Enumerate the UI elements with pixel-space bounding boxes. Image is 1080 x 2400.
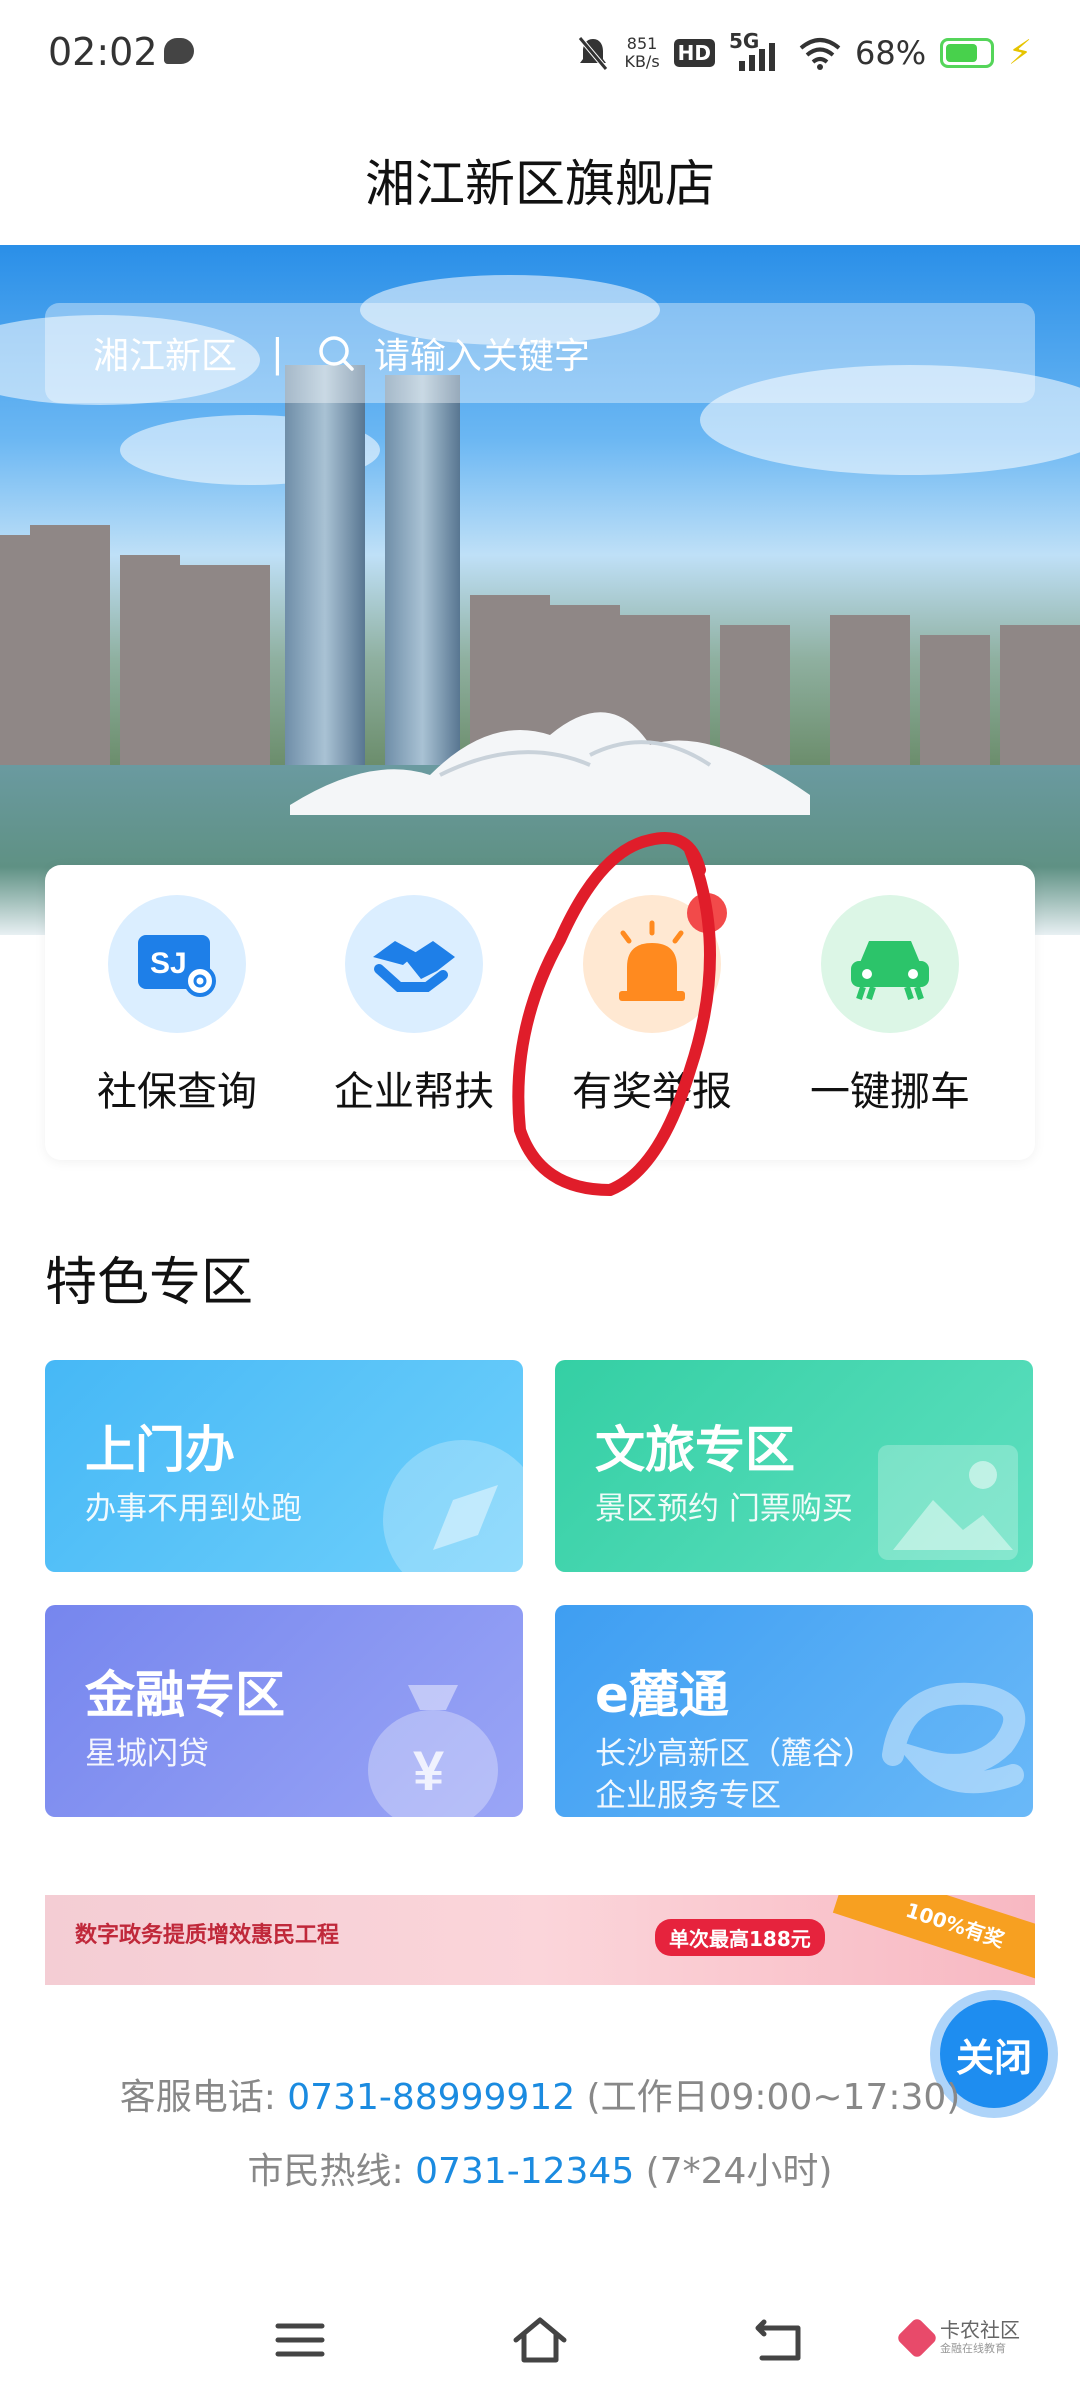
banner-text: 数字政务提质增效惠民工程 xyxy=(75,1923,340,1948)
compass-icon xyxy=(383,1440,523,1572)
hd-badge: HD xyxy=(673,39,715,67)
social-security-card-icon: SJ xyxy=(108,895,246,1033)
card-door-service[interactable]: 上门办 办事不用到处跑 xyxy=(45,1360,523,1572)
home-icon[interactable] xyxy=(510,2310,570,2370)
section-title: 特色专区 xyxy=(45,1253,254,1313)
hotline-link[interactable]: 0731-12345 xyxy=(415,2151,634,2192)
hotline-line: 市民热线: 0731-12345 (7*24小时) xyxy=(247,2151,833,2192)
search-bar[interactable]: 湘江新区 | 请输入关键字 xyxy=(45,303,1035,403)
card-culture-tourism[interactable]: 文旅专区 景区预约 门票购买 xyxy=(555,1360,1033,1572)
svg-text:¥: ¥ xyxy=(413,1739,444,1802)
status-bar: 02:02 851 KB/s HD 5G 68% ⚡ xyxy=(0,0,1080,110)
quick-action-enterprise-support[interactable]: 企业帮扶 xyxy=(309,895,519,1117)
card-title: e麓通 xyxy=(595,1666,729,1724)
card-finance[interactable]: 金融专区 星城闪贷 ¥ xyxy=(45,1605,523,1817)
alarm-siren-icon xyxy=(583,893,727,1033)
quick-action-label: 社保查询 xyxy=(97,1069,257,1115)
money-bag-icon: ¥ xyxy=(368,1685,498,1817)
battery-percent: 68% xyxy=(855,34,927,72)
quick-actions-panel: SJ 社保查询 企业帮扶 有奖举报 一键挪车 xyxy=(45,865,1035,1160)
network-speed: 851 KB/s xyxy=(624,34,660,71)
quick-action-label: 有奖举报 xyxy=(572,1069,732,1115)
quick-action-social-security[interactable]: SJ 社保查询 xyxy=(72,895,282,1117)
region-selector[interactable]: 湘江新区 xyxy=(93,327,237,379)
back-icon[interactable] xyxy=(750,2310,810,2370)
card-title: 金融专区 xyxy=(85,1666,285,1724)
e-logo-icon xyxy=(882,1682,1026,1794)
menu-icon[interactable] xyxy=(270,2310,330,2370)
car-icon xyxy=(821,895,959,1033)
page-title: 湘江新区旗舰店 xyxy=(365,155,715,213)
banner-chip: 单次最高188元 xyxy=(655,1919,825,1956)
mute-bell-icon xyxy=(578,36,609,71)
card-subtitle: 星城闪贷 xyxy=(85,1736,209,1772)
system-nav-bar: 卡农社区 金融在线教育 xyxy=(0,2280,1080,2400)
charging-bolt-icon: ⚡ xyxy=(1008,33,1032,73)
header: 湘江新区旗舰店 xyxy=(0,110,1080,250)
service-phone-line: 客服电话: 0731-88999912 (工作日09:00~17:30) xyxy=(119,2077,961,2118)
handshake-icon xyxy=(345,895,483,1033)
watermark: 卡农社区 金融在线教育 xyxy=(895,2316,1020,2360)
service-phone-link[interactable]: 0731-88999912 xyxy=(287,2077,575,2118)
quick-action-label: 一键挪车 xyxy=(810,1069,970,1115)
opera-house-illustration xyxy=(290,712,810,815)
quick-action-reward-report[interactable]: 有奖举报 xyxy=(547,893,757,1117)
card-subtitle: 景区预约 门票购买 xyxy=(595,1491,853,1527)
card-title: 文旅专区 xyxy=(595,1421,795,1479)
quick-action-move-car[interactable]: 一键挪车 xyxy=(785,895,995,1117)
search-icon xyxy=(319,336,354,371)
picture-icon xyxy=(878,1445,1018,1560)
card-e-lutong[interactable]: e麓通 长沙高新区（麓谷） 企业服务专区 xyxy=(555,1605,1033,1817)
promo-banner[interactable]: 数字政务提质增效惠民工程 单次最高188元 100%有奖 xyxy=(45,1895,1035,1985)
svg-text:SJ: SJ xyxy=(150,947,187,980)
wifi-icon xyxy=(799,38,841,70)
message-icon xyxy=(164,38,194,64)
status-time: 02:02 xyxy=(48,30,158,74)
battery-icon xyxy=(940,38,995,68)
quick-action-label: 企业帮扶 xyxy=(334,1069,494,1115)
search-divider: | xyxy=(271,331,284,375)
new-badge xyxy=(687,893,727,933)
watermark-logo-icon xyxy=(895,2316,939,2360)
signal-icon: 5G xyxy=(729,29,785,73)
card-subtitle: 长沙高新区（麓谷） 企业服务专区 xyxy=(595,1736,874,1814)
status-icons: 851 KB/s HD 5G 68% ⚡ xyxy=(576,28,1032,78)
search-input[interactable]: 请输入关键字 xyxy=(374,327,590,379)
card-title: 上门办 xyxy=(85,1421,235,1479)
banner-ribbon: 100%有奖 xyxy=(832,1895,1035,1985)
card-subtitle: 办事不用到处跑 xyxy=(85,1491,302,1527)
